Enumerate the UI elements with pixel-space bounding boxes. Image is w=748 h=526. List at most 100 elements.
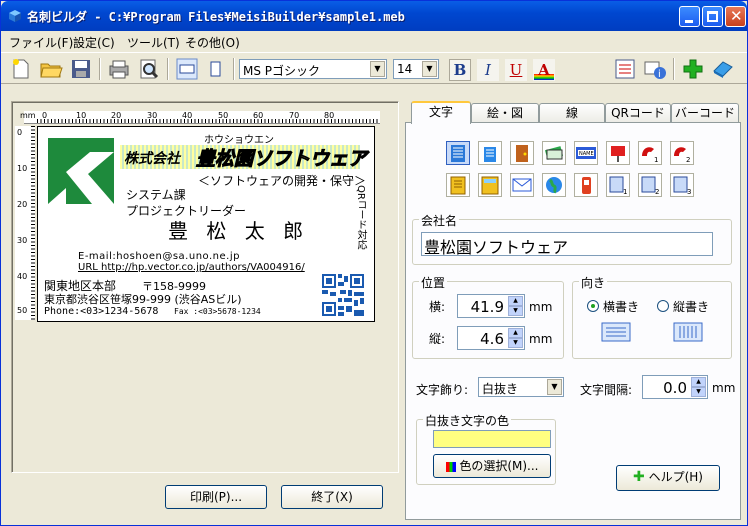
phone-1-icon[interactable]: 1	[638, 141, 662, 165]
help-label: ヘルプ(H)	[648, 470, 703, 484]
position-group: 位置 横: 41.9 ▲ ▼ mm 縦: 4.6 ▲ ▼ mm	[412, 274, 564, 359]
direction-label: 向き	[579, 274, 608, 291]
char-spacing-spinner[interactable]: 0.0 ▲ ▼	[642, 375, 708, 399]
text-decoration-select[interactable]: 白抜き ▼	[478, 377, 564, 397]
card-phone: Phone:<03>1234-5678	[44, 306, 159, 317]
mobile-phone-icon[interactable]	[574, 173, 598, 197]
print-button[interactable]: 印刷(P)...	[165, 485, 267, 509]
svg-text:2: 2	[686, 156, 690, 164]
spin-up-icon[interactable]: ▲	[508, 328, 523, 338]
horizontal-text-icon	[601, 322, 631, 342]
svg-text:NAME: NAME	[579, 151, 594, 157]
tab-text[interactable]: 文字	[411, 101, 471, 124]
print-icon[interactable]	[107, 57, 131, 81]
office-building-icon[interactable]	[478, 141, 502, 165]
card-stack-icon[interactable]	[542, 141, 566, 165]
ruler-tick: 30	[17, 236, 28, 245]
window-title: 名刺ビルダ - C:¥Program Files¥MeisiBuilder¥sa…	[27, 10, 405, 24]
ruler-tick: 20	[17, 200, 28, 209]
ruler-tick: 0	[17, 128, 23, 137]
toolbar-separator	[673, 58, 675, 80]
name-tag-icon[interactable]: NAME	[574, 141, 598, 165]
spin-down-icon[interactable]: ▼	[691, 387, 706, 397]
phone-2-icon[interactable]: 2	[670, 141, 694, 165]
print-preview-icon[interactable]	[137, 57, 161, 81]
ruler-tick: 10	[17, 164, 28, 173]
landscape-card-icon[interactable]	[175, 57, 199, 81]
font-name-select[interactable]: MS Pゴシック ▼	[239, 59, 387, 79]
help-button[interactable]: ✚ ヘルプ(H)	[616, 465, 720, 491]
menu-settings[interactable]: 設定(C)	[73, 34, 115, 51]
card-address: 東京都渋谷区笹塚99-999 (渋谷ASビル)	[44, 293, 242, 306]
menu-file[interactable]: ファイル(F)	[9, 34, 73, 51]
font-size-select[interactable]: 14 ▼	[393, 59, 439, 79]
globe-icon[interactable]	[542, 173, 566, 197]
text-box-2-icon[interactable]: 2	[638, 173, 662, 197]
app-window: 名刺ビルダ - C:¥Program Files¥MeisiBuilder¥sa…	[0, 0, 748, 526]
app-icon	[9, 10, 21, 22]
card-url: URL http://hp.vector.co.jp/authors/VA004…	[78, 262, 305, 273]
vertical-radio[interactable]	[657, 300, 669, 312]
calculator-icon[interactable]	[478, 173, 502, 197]
y-unit: mm	[529, 332, 553, 346]
data-list-icon[interactable]	[613, 57, 637, 81]
x-position-spinner[interactable]: 41.9 ▲ ▼	[457, 294, 525, 318]
svg-text:i: i	[658, 69, 661, 80]
menu-tools[interactable]: ツール(T)	[127, 34, 180, 51]
building-icon[interactable]	[446, 141, 470, 165]
char-spacing-unit: mm	[712, 381, 736, 395]
door-icon[interactable]	[510, 141, 534, 165]
horizontal-label: 横書き	[603, 300, 640, 314]
portrait-card-icon[interactable]	[203, 57, 227, 81]
toolbar-separator	[167, 58, 169, 80]
save-icon[interactable]	[69, 57, 93, 81]
char-spacing-value: 0.0	[663, 379, 687, 397]
direction-group: 向き 横書き 縦書き	[572, 274, 732, 359]
open-folder-icon[interactable]	[39, 57, 63, 81]
fax-icon[interactable]	[446, 173, 470, 197]
add-icon[interactable]	[681, 57, 705, 81]
spin-up-icon[interactable]: ▲	[508, 296, 523, 306]
text-box-1-icon[interactable]: 1	[606, 173, 630, 197]
horizontal-ruler: mm 0 10 20 30 40 50 60 70 80	[20, 111, 380, 124]
tab-qrcode[interactable]: QRコード	[605, 103, 671, 123]
card-company-name: 豊松園ソフトウェア	[195, 148, 368, 171]
tab-picture[interactable]: 絵・図	[471, 103, 539, 123]
title-bar[interactable]: 名刺ビルダ - C:¥Program Files¥MeisiBuilder¥sa…	[1, 1, 747, 31]
email-icon[interactable]	[510, 173, 534, 197]
eraser-icon[interactable]	[711, 57, 735, 81]
text-color-button[interactable]: A	[533, 59, 555, 81]
info-icon[interactable]: i	[643, 57, 667, 81]
chevron-down-icon: ▼	[370, 61, 385, 77]
color-select-button[interactable]: 色の選択(M)...	[433, 454, 551, 478]
x-label: 横:	[429, 300, 446, 314]
spin-up-icon[interactable]: ▲	[691, 377, 706, 387]
menu-other[interactable]: その他(O)	[185, 34, 240, 51]
business-card[interactable]: ホウショウエン 株式会社 豊松園ソフトウェア ＜ソフトウェアの開発・保守＞ シス…	[37, 126, 375, 322]
text-box-3-icon[interactable]: 3	[670, 173, 694, 197]
maximize-button[interactable]	[702, 6, 723, 27]
bold-button[interactable]: B	[449, 59, 471, 81]
palette-icon	[445, 461, 456, 472]
vertical-label: 縦書き	[673, 300, 710, 314]
italic-button[interactable]: I	[477, 59, 499, 81]
tab-line[interactable]: 線	[539, 103, 605, 123]
text-decoration-label: 文字飾り:	[416, 383, 469, 397]
horizontal-radio[interactable]	[587, 300, 599, 312]
exit-button[interactable]: 終了(X)	[281, 485, 383, 509]
spin-down-icon[interactable]: ▼	[508, 338, 523, 348]
char-spacing-label: 文字間隔:	[580, 383, 633, 397]
spin-down-icon[interactable]: ▼	[508, 306, 523, 316]
ruler-tick: 40	[17, 272, 28, 281]
close-button[interactable]: ✕	[725, 6, 746, 27]
underline-button[interactable]: U	[505, 59, 527, 81]
company-name-input[interactable]: 豊松園ソフトウェア	[421, 232, 713, 257]
tab-barcode[interactable]: バーコード	[671, 103, 739, 123]
company-name-label: 会社名	[419, 212, 460, 229]
vertical-ruler: 0 10 20 30 40 50	[15, 126, 35, 320]
y-position-spinner[interactable]: 4.6 ▲ ▼	[457, 326, 525, 350]
mailbox-icon[interactable]	[606, 141, 630, 165]
svg-text:3: 3	[687, 188, 691, 196]
new-file-icon[interactable]	[9, 57, 33, 81]
minimize-button[interactable]	[679, 6, 700, 27]
